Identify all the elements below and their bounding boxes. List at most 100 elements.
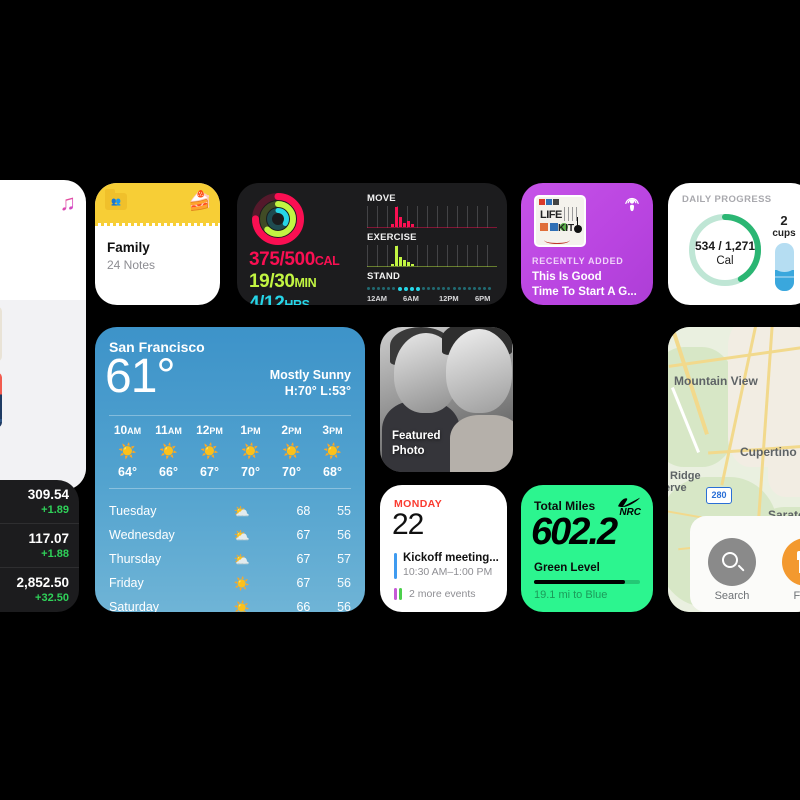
activity-rings (252, 193, 304, 245)
podcast-widget[interactable]: LIFE KIT RECENTLY ADDED This Is Good Tim… (521, 183, 653, 305)
time-tick: 12AM (367, 294, 388, 303)
podcast-eyebrow: RECENTLY ADDED (532, 256, 624, 266)
weather-hour-cell: 2PM ☀️ 70° (271, 423, 312, 479)
sun-icon: ☀️ (233, 599, 250, 613)
stock-price: 2,852.50 (16, 575, 69, 590)
stock-row[interactable]: 117.07 +1.88 (0, 524, 79, 568)
event-time: 10:30 AM–1:00 PM (403, 566, 493, 578)
chart-bar (399, 217, 402, 227)
sun-behind-cloud-icon: ⛅ (233, 503, 250, 519)
hour-temp: 66° (159, 465, 178, 479)
maps-widget[interactable]: 280 Mountain ViewCupertinoRidgeerveSarat… (668, 327, 800, 612)
nike-swoosh-icon (618, 497, 640, 507)
album-art-2[interactable] (0, 372, 2, 428)
nike-run-club-widget[interactable]: Total Miles 602.2 NRC Green Level 19.1 m… (521, 485, 653, 612)
stand-dot (457, 287, 461, 290)
calendar-more-events[interactable]: 2 more events (394, 588, 476, 600)
stand-dot (409, 286, 414, 291)
day-low: 56 (337, 576, 351, 590)
hour-time: 1PM (240, 423, 261, 437)
stand-chart-label: STAND (367, 271, 401, 282)
activity-widget[interactable]: 375/500CAL 19/30MIN 4/12HRS MOVE EXERCIS… (237, 183, 507, 305)
podcast-cover-art: LIFE KIT (534, 195, 586, 247)
stand-dot (392, 287, 396, 290)
activity-stats: 375/500CAL 19/30MIN 4/12HRS (249, 191, 369, 305)
chart-bar (403, 222, 406, 227)
calorie-value: 534 / 1,271 (694, 239, 756, 253)
move-chart-label: MOVE (367, 193, 396, 204)
day-high: 67 (296, 576, 311, 590)
widget-gallery-canvas: ♫ ED a 👥 🍰 Family 24 Notes (0, 0, 800, 800)
weather-current-temp: 61° (105, 350, 176, 403)
stand-dot (467, 287, 471, 290)
hour-temp: 67° (200, 465, 219, 479)
chart-bar (407, 262, 410, 266)
sun-icon: ☀️ (159, 443, 178, 460)
podcast-cover-line2: KIT (558, 223, 575, 234)
hour-time: 3PM (322, 423, 343, 437)
chart-bar (395, 207, 398, 227)
nike-brand-label: NRC (619, 507, 641, 518)
photo-caption: Featured Photo (392, 429, 441, 458)
stock-row[interactable]: 309.54 +1.89 (0, 480, 79, 524)
photo-caption-line1: Featured (392, 430, 441, 443)
sun-icon: ☀️ (241, 443, 260, 460)
calorie-unit: Cal (716, 255, 734, 267)
music-widget-album-list[interactable] (0, 300, 86, 490)
stand-dot (477, 287, 481, 290)
notes-widget[interactable]: 👥 🍰 Family 24 Notes (95, 183, 220, 305)
music-widget[interactable]: ♫ ED a (0, 180, 86, 490)
hour-time: 2PM (281, 423, 302, 437)
nike-level-label: Green Level (534, 562, 600, 574)
day-high: 68 (296, 504, 311, 518)
hour-temp: 68° (323, 465, 342, 479)
stock-price: 117.07 (28, 531, 69, 546)
stand-dot (427, 287, 431, 290)
calendar-day-number: 22 (392, 508, 424, 541)
stand-dot (415, 286, 420, 291)
music-widget-header: ♫ ED a (0, 180, 86, 300)
water-cups-value: 2 (780, 213, 788, 228)
chart-bar (391, 263, 394, 266)
album-art-1[interactable] (0, 306, 2, 362)
map-place-label: Ridge (670, 470, 701, 482)
hour-time: 10AM (113, 423, 142, 437)
notes-widget-header: 👥 🍰 (95, 183, 220, 223)
weather-hour-cell: 1PM ☀️ 70° (230, 423, 271, 479)
weather-day-row: Friday ☀️ 67 56 (109, 571, 351, 595)
exercise-chart-label: EXERCISE (367, 232, 417, 243)
calorie-ring: 534 / 1,271 Cal (686, 211, 764, 289)
weather-hour-cell: 12PM ☀️ 67° (189, 423, 230, 479)
notes-widget-body: Family 24 Notes (95, 226, 220, 286)
podcast-title-line2: Time To Start A G... (532, 286, 637, 299)
stocks-widget[interactable]: 309.54 +1.89 117.07 +1.88 2,852.50 +32.50 (0, 480, 79, 612)
chart-bar (399, 257, 402, 266)
stand-dot (367, 287, 370, 290)
stand-dot (377, 287, 381, 290)
activity-move-stat: 375/500CAL (249, 249, 340, 270)
photos-widget[interactable]: Featured Photo (380, 327, 513, 472)
weather-hour-cell: 10AM ☀️ 64° (107, 423, 148, 479)
calendar-widget[interactable]: MONDAY 22 Kickoff meeting... 10:30 AM–1:… (380, 485, 507, 612)
more-event-bar-1 (394, 588, 397, 600)
daily-progress-widget[interactable]: DAILY PROGRESS 534 / 1,271 Cal 2 cups (668, 183, 800, 305)
day-high: 67 (296, 528, 311, 542)
weather-widget[interactable]: San Francisco 61° Mostly Sunny H:70° L:5… (95, 327, 365, 612)
event-title: Kickoff meeting... (403, 552, 499, 564)
weather-divider-1 (109, 415, 351, 416)
stand-dot (397, 286, 402, 291)
cinnamon-roll-emoji: 🍰 (188, 191, 212, 212)
day-high: 66 (296, 600, 311, 612)
stand-dot (447, 287, 451, 290)
stock-change: +1.89 (41, 504, 69, 516)
stand-dot (437, 287, 441, 290)
chart-bar (395, 246, 398, 266)
sun-behind-cloud-icon: ⛅ (233, 527, 250, 543)
map-food-button[interactable]: Food (782, 538, 800, 602)
exercise-chart (367, 245, 497, 267)
music-note-icon: ♫ (59, 190, 77, 215)
stock-row[interactable]: 2,852.50 +32.50 (0, 568, 79, 612)
calendar-event[interactable]: Kickoff meeting... 10:30 AM–1:00 PM (394, 552, 499, 579)
map-search-button[interactable]: Search (708, 538, 756, 602)
weather-divider-2 (109, 488, 351, 489)
